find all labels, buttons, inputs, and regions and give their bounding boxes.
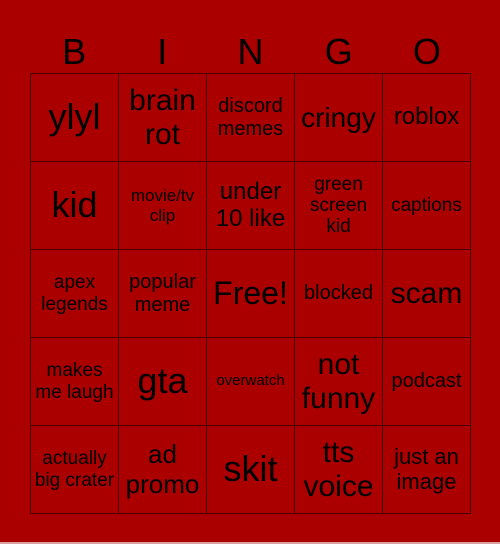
bingo-cell[interactable]: blocked	[295, 250, 383, 338]
header-letter-o: O	[412, 31, 441, 72]
bingo-cell[interactable]: apex legends	[31, 250, 119, 338]
bingo-cell[interactable]: actually big crater	[31, 426, 119, 514]
bingo-cell[interactable]: ad promo	[119, 426, 207, 514]
bingo-cell[interactable]: brain rot	[119, 74, 207, 162]
bingo-cell[interactable]: just an image	[383, 426, 471, 514]
bingo-cell[interactable]: ylyl	[31, 74, 119, 162]
bingo-cell[interactable]: skit	[207, 426, 295, 514]
free-space-cell[interactable]: Free!	[207, 250, 295, 338]
bingo-cell[interactable]: tts voice	[295, 426, 383, 514]
bingo-cell[interactable]: roblox	[383, 74, 471, 162]
bingo-header: B I N G O	[30, 32, 471, 72]
bingo-cell[interactable]: not funny	[295, 338, 383, 426]
bingo-grid: ylyl brain rot discord memes cringy robl…	[30, 73, 471, 514]
bingo-cell[interactable]: overwatch	[207, 338, 295, 426]
header-letter-i: I	[157, 31, 168, 72]
header-letter-n: N	[237, 31, 264, 72]
header-letter-b: B	[62, 31, 87, 72]
bingo-cell[interactable]: cringy	[295, 74, 383, 162]
bingo-cell[interactable]: captions	[383, 162, 471, 250]
bingo-cell[interactable]: movie/tv clip	[119, 162, 207, 250]
bingo-cell[interactable]: scam	[383, 250, 471, 338]
bingo-cell[interactable]: discord memes	[207, 74, 295, 162]
bingo-cell[interactable]: green screen kid	[295, 162, 383, 250]
bingo-cell[interactable]: popular meme	[119, 250, 207, 338]
bingo-cell[interactable]: gta	[119, 338, 207, 426]
bingo-cell[interactable]: under 10 like	[207, 162, 295, 250]
header-letter-g: G	[324, 31, 353, 72]
bingo-cell[interactable]: podcast	[383, 338, 471, 426]
bingo-cell[interactable]: kid	[31, 162, 119, 250]
bingo-cell[interactable]: makes me laugh	[31, 338, 119, 426]
